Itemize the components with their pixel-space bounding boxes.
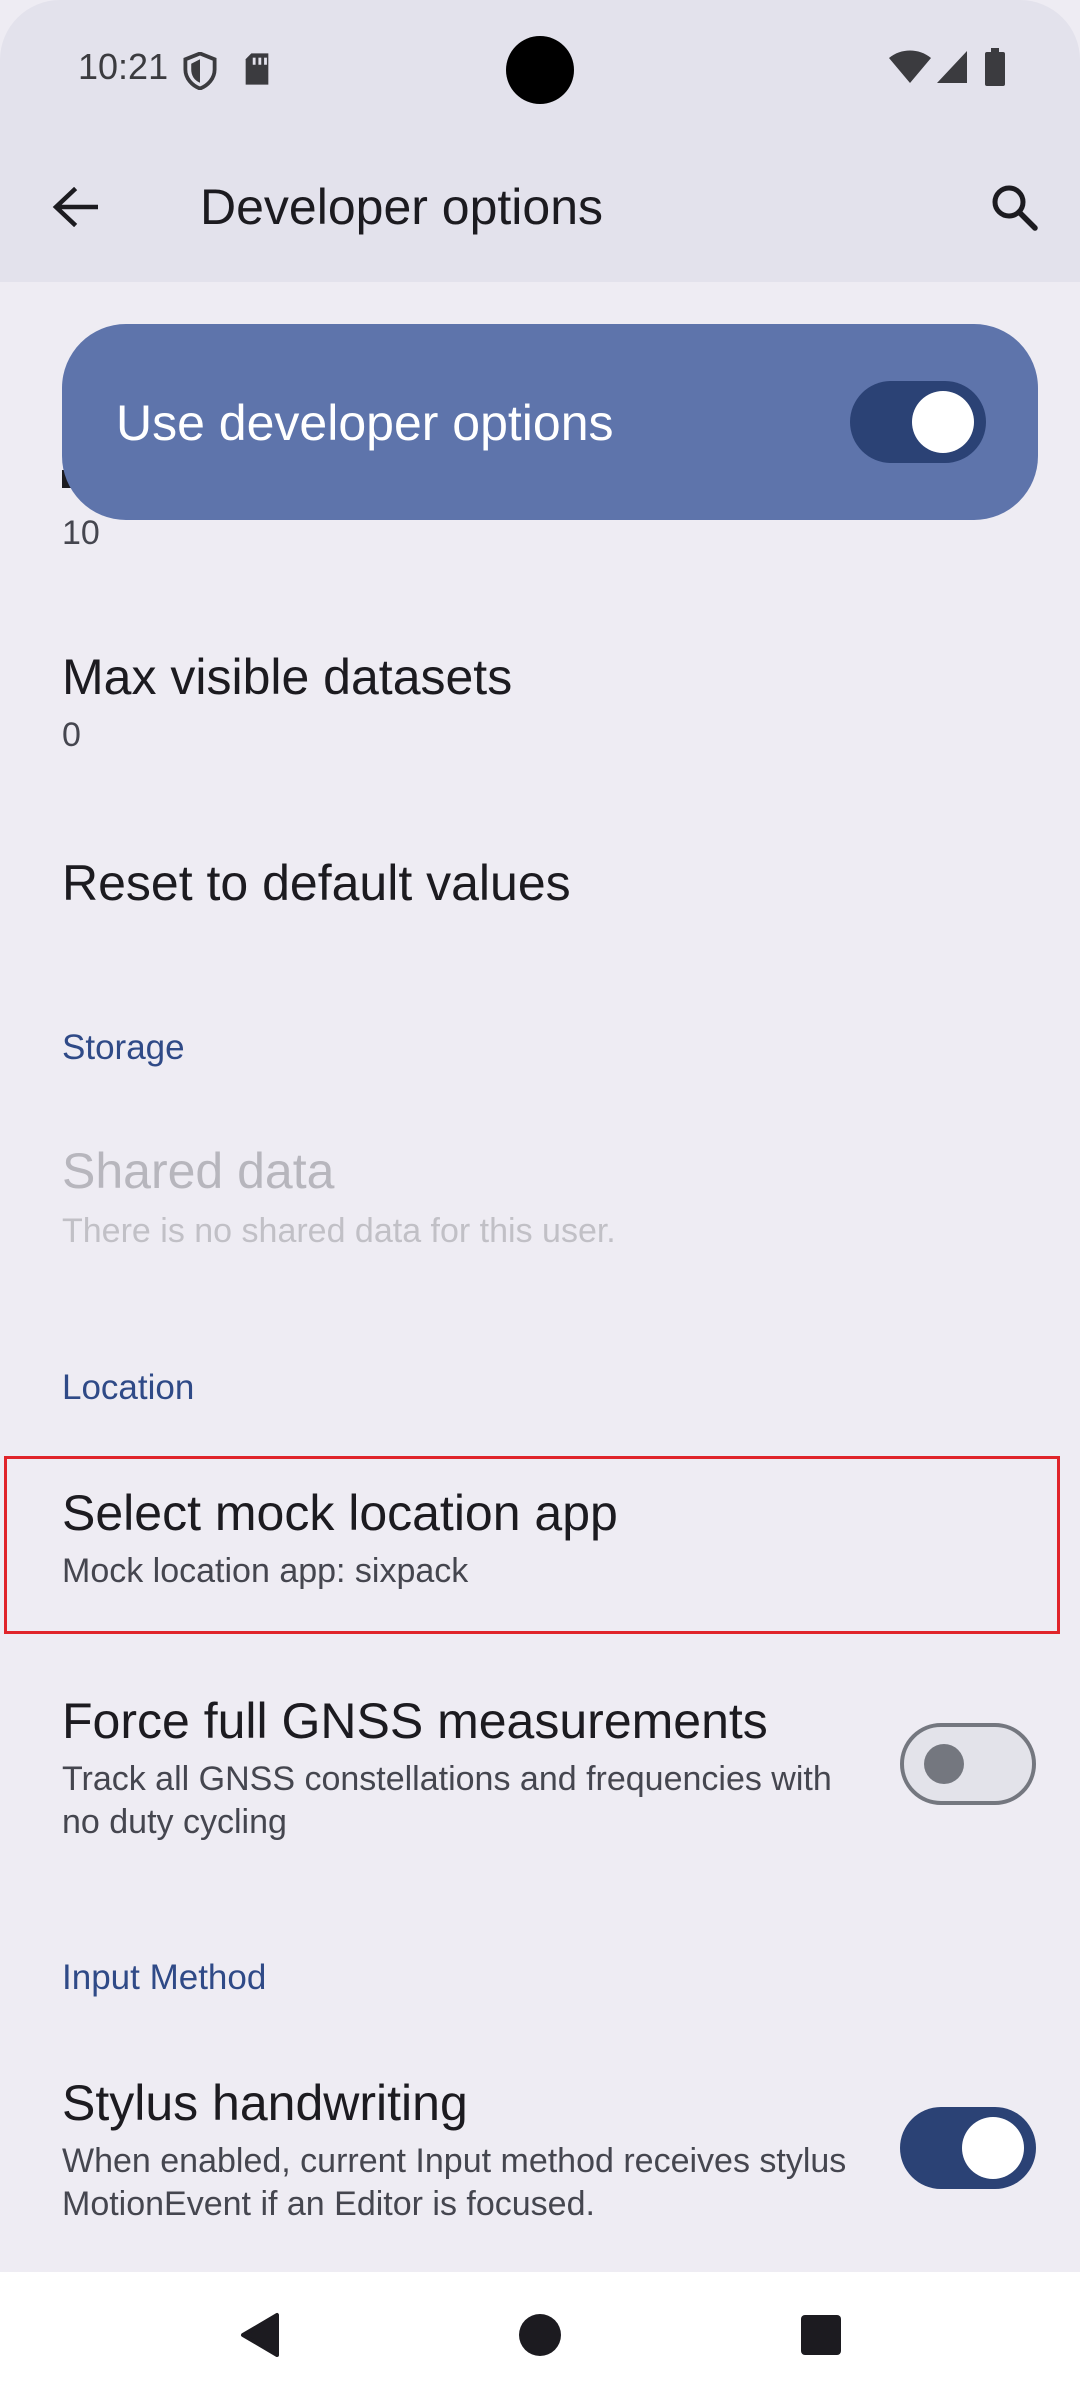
stylus-handwriting-summary: When enabled, current Input method recei…: [62, 2142, 847, 2223]
system-navigation-bar: [0, 2272, 1080, 2400]
force-full-gnss-title: Force full GNSS measurements: [62, 1693, 768, 1749]
top-bar: 10:21 Developer options: [0, 0, 1080, 282]
use-developer-options-switch[interactable]: [850, 381, 986, 463]
stylus-handwriting-item[interactable]: Stylus handwriting When enabled, current…: [0, 2044, 1080, 2244]
input-method-section-header: Input Method: [62, 1958, 267, 1997]
switch-thumb: [912, 391, 974, 453]
force-full-gnss-item[interactable]: Force full GNSS measurements Track all G…: [0, 1660, 1080, 1860]
front-camera: [506, 36, 574, 104]
location-section-header: Location: [62, 1368, 195, 1407]
shared-data-summary: There is no shared data for this user.: [62, 1212, 616, 1250]
search-icon: [990, 183, 1038, 236]
max-visible-datasets-item[interactable]: Max visible datasets 0: [0, 620, 1080, 770]
max-visible-datasets-title: Max visible datasets: [62, 649, 513, 705]
nav-back-button[interactable]: [214, 2292, 304, 2382]
stylus-handwriting-title: Stylus handwriting: [62, 2075, 468, 2131]
back-button[interactable]: [36, 170, 114, 248]
use-developer-options-label: Use developer options: [116, 395, 614, 451]
force-full-gnss-summary: Track all GNSS constellations and freque…: [62, 1760, 832, 1841]
switch-thumb: [924, 1744, 964, 1784]
search-button[interactable]: [975, 170, 1053, 248]
use-developer-options-card[interactable]: Use developer options: [62, 324, 1038, 520]
reset-default-values-item[interactable]: Reset to default values: [0, 830, 1080, 940]
nav-home-icon: [517, 2312, 563, 2363]
switch-thumb: [962, 2117, 1024, 2179]
nav-home-button[interactable]: [495, 2292, 585, 2382]
page-title: Developer options: [200, 179, 604, 235]
settings-screen: 10:21 Developer options 10 Use developer…: [0, 0, 1080, 2400]
arrow-back-icon: [52, 186, 99, 232]
stylus-handwriting-switch[interactable]: [900, 2107, 1036, 2189]
status-time: 10:21: [78, 46, 169, 87]
shield-icon: [182, 51, 218, 95]
max-visible-datasets-summary: 0: [62, 716, 81, 754]
shared-data-item: Shared data There is no shared data for …: [0, 1120, 1080, 1280]
nav-recents-button[interactable]: [776, 2292, 866, 2382]
nav-recents-icon: [800, 2314, 842, 2361]
selection-highlight: [4, 1456, 1060, 1634]
force-full-gnss-switch[interactable]: [900, 1723, 1036, 1805]
wifi-icon: [888, 50, 932, 89]
reset-default-values-title: Reset to default values: [62, 855, 571, 911]
signal-icon: [936, 50, 968, 89]
nav-back-icon: [237, 2311, 281, 2364]
partial-item-summary: 10: [62, 514, 100, 552]
battery-icon: [984, 48, 1006, 91]
sd-card-icon: [242, 52, 272, 91]
shared-data-title: Shared data: [62, 1143, 335, 1199]
storage-section-header: Storage: [62, 1028, 185, 1067]
